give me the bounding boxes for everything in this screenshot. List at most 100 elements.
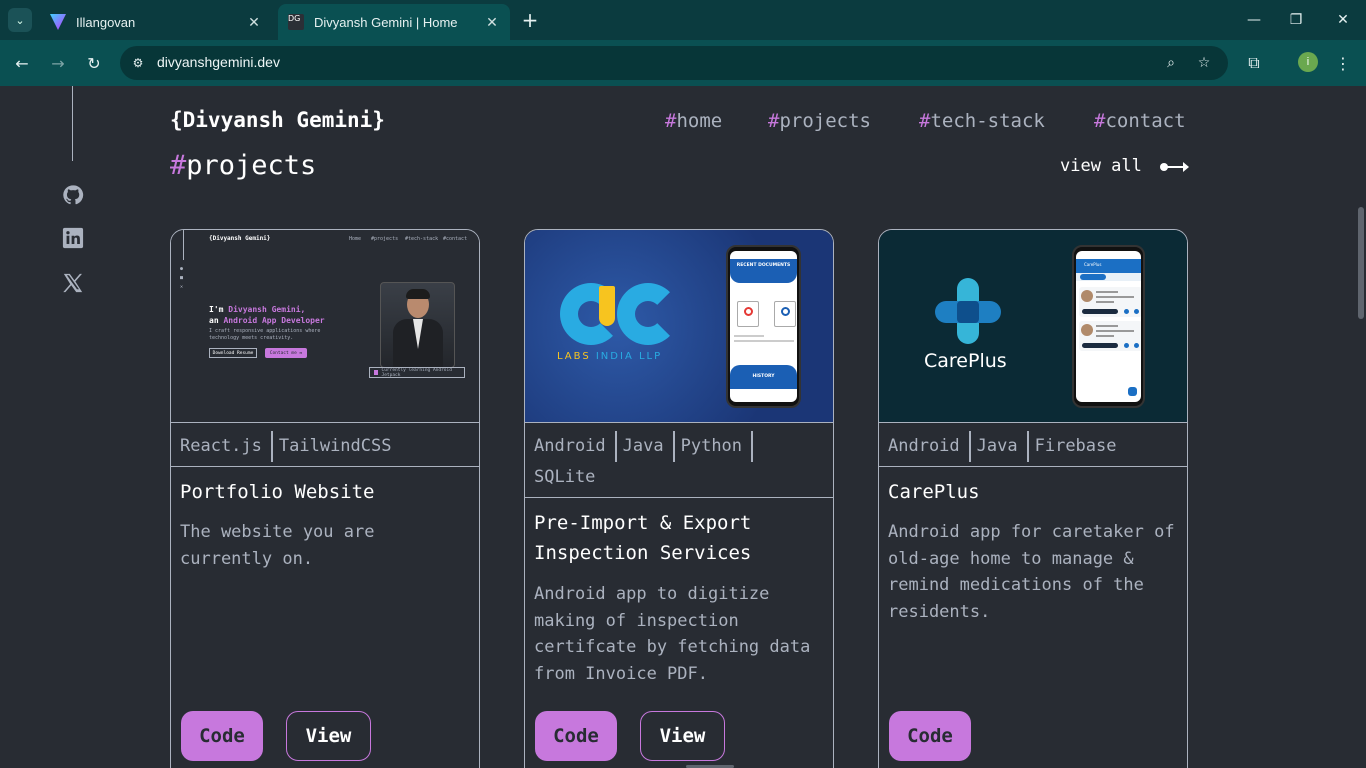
- nav-label: home: [676, 110, 723, 132]
- new-tab-plus-icon[interactable]: +: [518, 8, 542, 32]
- tag: SQLite: [534, 467, 596, 487]
- code-button[interactable]: Code: [181, 711, 263, 761]
- document-icon: [737, 301, 759, 327]
- project-description: Android app to digitize making of inspec…: [534, 584, 811, 684]
- add-fab: [1128, 387, 1137, 396]
- web-page: {Divyansh Gemini} #home #projects #tech-…: [0, 86, 1366, 768]
- tab-title: Divyansh Gemini | Home: [314, 14, 458, 30]
- nav-label: contact: [1105, 110, 1186, 132]
- linkedin-icon[interactable]: [62, 227, 84, 249]
- nav-hash: #: [665, 110, 677, 132]
- resident-action-icon: [1124, 309, 1129, 314]
- zoom-icon[interactable]: ⌕: [1161, 53, 1181, 73]
- cic-labs-preview: LABS INDIA LLP RECENT DOCUMENTS HISTORY: [525, 230, 833, 422]
- doc-line: [734, 340, 794, 342]
- nav-link-tech-stack[interactable]: #tech-stack: [919, 110, 1045, 132]
- resident-button: [1082, 309, 1118, 314]
- careplus-logo-center: [957, 301, 979, 323]
- photo-hair: [406, 289, 430, 299]
- vertical-scrollbar[interactable]: [1358, 207, 1364, 319]
- document-icon: [774, 301, 796, 327]
- nav-hash: #: [919, 110, 931, 132]
- careplus-brand-text: CarePlus: [924, 350, 1007, 372]
- code-button[interactable]: Code: [535, 711, 617, 761]
- reload-icon[interactable]: ↻: [82, 51, 106, 75]
- nav-link-contact[interactable]: #contact: [1094, 110, 1186, 132]
- labs-word: LABS: [557, 351, 596, 362]
- section-title-text: projects: [186, 150, 317, 181]
- preview-hero: I'm Divyansh Gemini, an Android App Devel…: [209, 304, 325, 326]
- resident-line: [1096, 296, 1134, 298]
- tag: Python: [681, 431, 754, 462]
- close-tab-icon[interactable]: ✕: [244, 14, 264, 31]
- project-tags: Android Java Firebase: [879, 423, 1187, 467]
- url-text[interactable]: divyanshgemini.dev: [157, 54, 280, 70]
- preview-nav: #projects: [371, 236, 399, 242]
- browser-tab-divyansh[interactable]: DG Divyansh Gemini | Home ✕: [278, 4, 510, 40]
- back-arrow-icon[interactable]: ←: [10, 51, 34, 75]
- site-logo[interactable]: {Divyansh Gemini}: [170, 108, 385, 132]
- x-icon[interactable]: [62, 272, 84, 294]
- resident-line: [1096, 291, 1118, 293]
- tag: Java: [623, 431, 675, 462]
- browser-tab-illangovan[interactable]: Illangovan ✕: [40, 4, 272, 40]
- doc-seal: [781, 307, 790, 316]
- profile-avatar[interactable]: i: [1298, 52, 1318, 72]
- dg-favicon-icon: DG: [288, 14, 304, 30]
- cic-labs-text: LABS INDIA LLP: [557, 351, 662, 362]
- preview-github-icon: ●: [180, 266, 184, 272]
- preview-nav: #tech-stack: [405, 236, 439, 242]
- minimize-icon[interactable]: —: [1242, 8, 1266, 32]
- phone-screen: CarePlus: [1076, 251, 1141, 402]
- resident-line: [1096, 301, 1114, 303]
- tab-search-chevron-icon[interactable]: ⌄: [8, 8, 32, 32]
- project-title: Portfolio Website: [180, 481, 375, 503]
- more-menu-icon[interactable]: ⋮: [1331, 51, 1355, 75]
- recent-documents-header: RECENT DOCUMENTS: [730, 259, 797, 283]
- project-title: CarePlus: [888, 481, 980, 503]
- view-button[interactable]: View: [286, 711, 371, 761]
- labs-india: INDIA LLP: [595, 351, 663, 362]
- app-header: CarePlus: [1076, 259, 1141, 273]
- tag: Android: [888, 431, 971, 462]
- nav-link-projects[interactable]: #projects: [768, 110, 871, 132]
- forward-arrow-icon[interactable]: →: [46, 51, 70, 75]
- resident-item: [1079, 321, 1141, 351]
- history-header: HISTORY: [730, 365, 797, 389]
- view-button[interactable]: View: [640, 711, 725, 761]
- code-button[interactable]: Code: [889, 711, 971, 761]
- arrow-right-icon[interactable]: [1160, 162, 1189, 172]
- section-hash: #: [170, 150, 187, 181]
- site-info-icon[interactable]: ⚙: [128, 53, 148, 73]
- doc-seal: [744, 307, 753, 316]
- resident-item: [1079, 287, 1141, 317]
- sidebar-line: [72, 86, 73, 161]
- restore-icon[interactable]: ❐: [1284, 8, 1308, 32]
- project-title: Pre-Import & Export Inspection Services: [534, 512, 752, 564]
- view-all-link[interactable]: view all: [1060, 156, 1142, 176]
- tag: Firebase: [1034, 436, 1117, 456]
- preview-resume-button: Download Resume: [209, 348, 257, 358]
- nav-hash: #: [768, 110, 780, 132]
- github-icon[interactable]: [62, 184, 84, 206]
- resident-button: [1082, 343, 1118, 348]
- preview-line: [183, 230, 184, 260]
- project-card-careplus: CarePlus CarePlus Android Java Firebase …: [878, 229, 1188, 768]
- project-card-inspection: LABS INDIA LLP RECENT DOCUMENTS HISTORY …: [524, 229, 834, 768]
- section-title: #projects: [170, 150, 316, 181]
- preview-logo: {Divyansh Gemini}: [209, 235, 271, 242]
- phone-screen: RECENT DOCUMENTS HISTORY: [730, 251, 797, 402]
- preview-nav: Home: [349, 236, 362, 242]
- preview-x-icon: ✕: [180, 284, 184, 290]
- address-bar[interactable]: ⚙ divyanshgemini.dev ⌕ ☆: [120, 46, 1228, 80]
- close-tab-icon[interactable]: ✕: [482, 14, 502, 31]
- bookmark-star-icon[interactable]: ☆: [1194, 53, 1214, 73]
- close-window-icon[interactable]: ✕: [1331, 8, 1355, 32]
- app-tabs: [1076, 273, 1141, 281]
- tag: Java: [977, 431, 1029, 462]
- project-thumbnail: LABS INDIA LLP RECENT DOCUMENTS HISTORY: [525, 230, 833, 423]
- resident-line: [1096, 335, 1114, 337]
- vite-icon: [50, 14, 66, 30]
- nav-link-home[interactable]: #home: [665, 110, 722, 132]
- extensions-puzzle-icon[interactable]: ⧉: [1242, 51, 1266, 75]
